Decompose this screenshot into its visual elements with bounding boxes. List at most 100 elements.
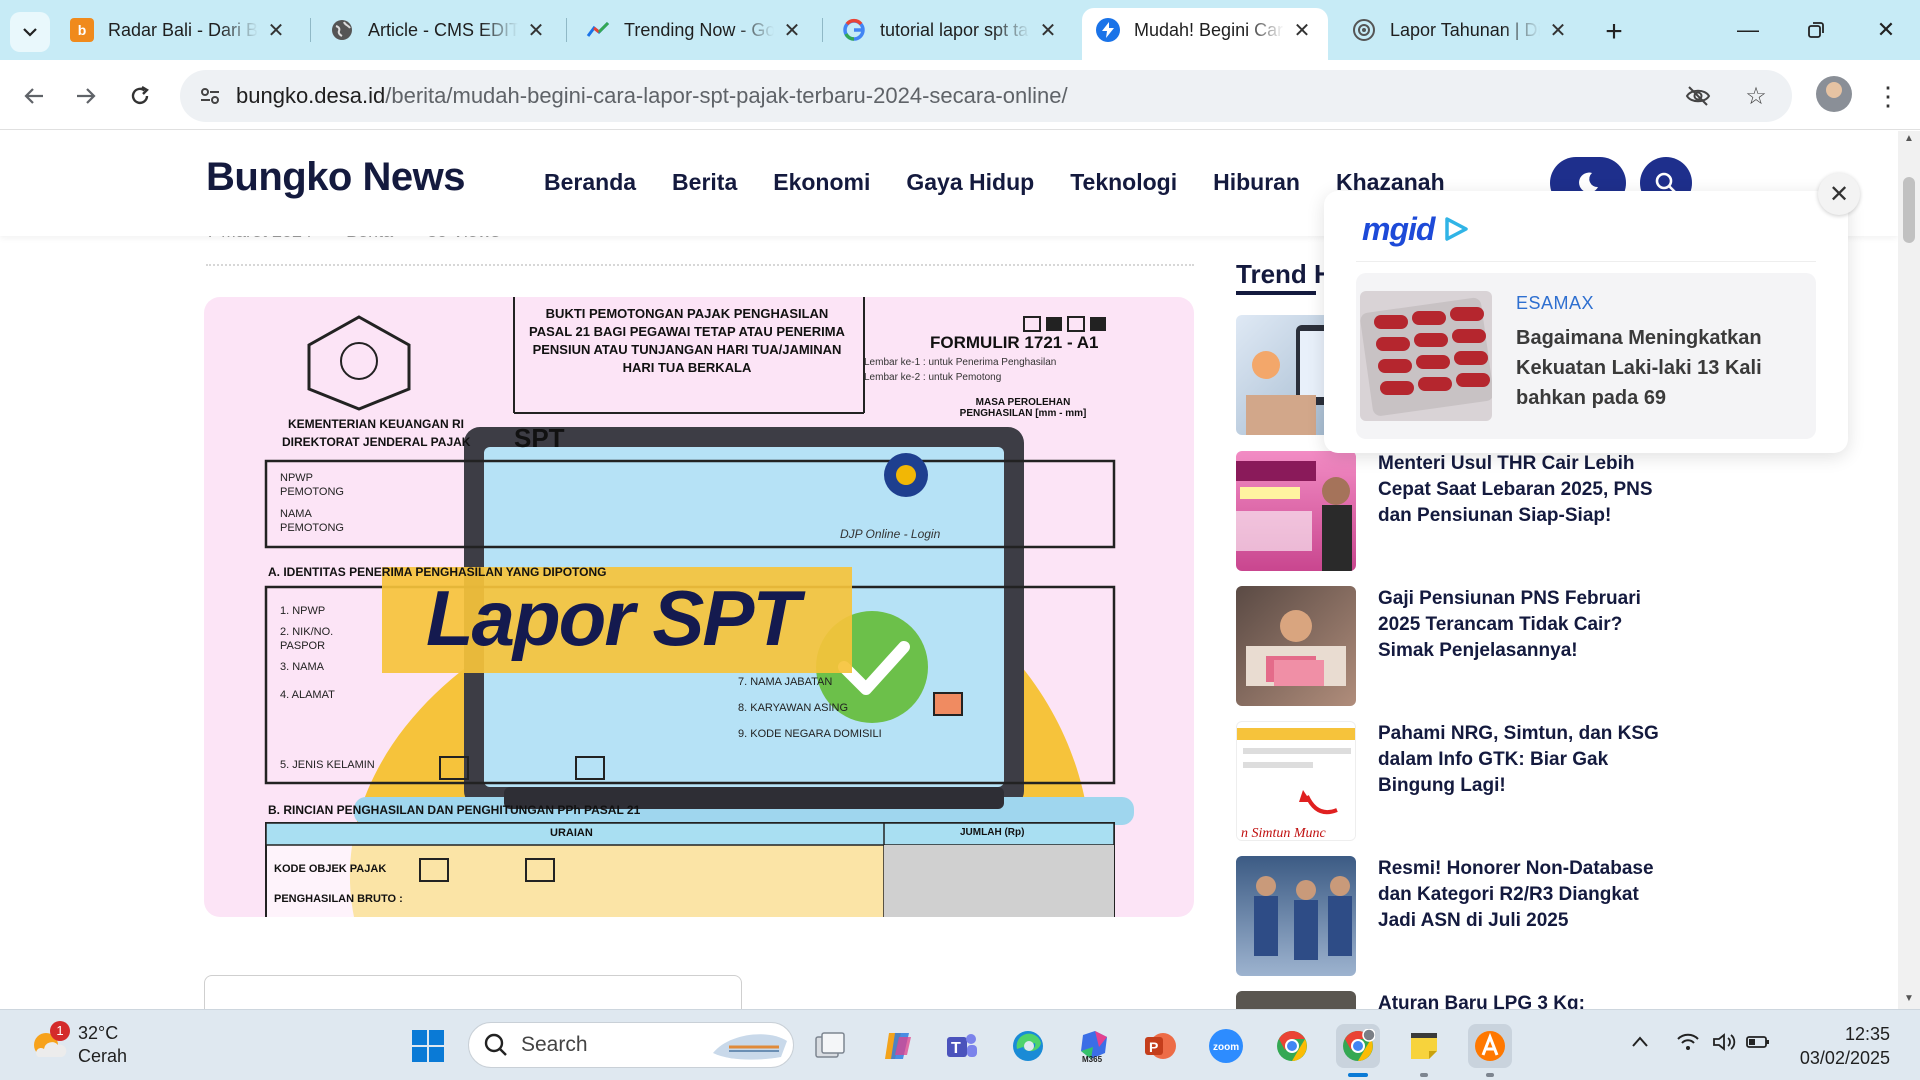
show-hidden-icons[interactable] (1630, 1032, 1650, 1058)
sticky-notes-icon[interactable] (1402, 1024, 1446, 1068)
nav-berita[interactable]: Berita (672, 169, 737, 196)
section-b-label: B. RINCIAN PENGHASILAN DAN PENGHITUNGAN … (268, 803, 641, 817)
wifi-icon[interactable] (1676, 1032, 1700, 1058)
chrome-icon[interactable] (1270, 1024, 1314, 1068)
bookmark-star-icon[interactable]: ☆ (1736, 76, 1776, 116)
restore-icon (1808, 22, 1824, 38)
taskbar-search[interactable]: Search (468, 1022, 794, 1068)
search-highlight-image (713, 1034, 787, 1060)
svg-text:zoom: zoom (1213, 1042, 1239, 1053)
mgid-logo[interactable]: mgid (1362, 211, 1470, 248)
back-button[interactable] (14, 76, 54, 116)
close-icon[interactable]: ✕ (1546, 18, 1570, 42)
forward-button[interactable] (66, 76, 106, 116)
teams-icon[interactable]: T (940, 1024, 984, 1068)
powerpoint-icon[interactable]: P (1138, 1024, 1182, 1068)
more-menu-icon[interactable]: ⋮ (1870, 76, 1906, 116)
site-logo[interactable]: Bungko News (206, 155, 465, 200)
play-icon (1445, 217, 1469, 241)
tab-search-button[interactable] (10, 12, 50, 52)
trend-item-5[interactable]: Aturan Baru LPG 3 Kg: (1236, 991, 1676, 1009)
trend-item-3[interactable]: n Simtun Munc Pahami NRG, Simtun, dan KS… (1236, 721, 1676, 841)
article-hero-image: BUKTI PEMOTONGAN PAJAK PENGHASILAN PASAL… (204, 297, 1194, 917)
trend-item-1[interactable]: Menteri Usul THR Cair Lebih Cepat Saat L… (1236, 451, 1676, 571)
windows-taskbar: 1 32°C Cerah Search T M365 P zoom 12:35 … (0, 1009, 1920, 1080)
close-icon[interactable]: ✕ (524, 18, 548, 42)
scroll-down-icon[interactable]: ▼ (1903, 993, 1915, 1005)
close-window-button[interactable]: ✕ (1856, 12, 1916, 48)
edge-icon[interactable] (1006, 1024, 1050, 1068)
google-icon (842, 18, 866, 42)
windows-icon (412, 1030, 444, 1062)
search-icon (484, 1033, 507, 1056)
clock-time: 12:35 (1844, 1024, 1890, 1044)
close-icon[interactable]: ✕ (1290, 18, 1314, 42)
m365-icon[interactable]: M365 (1072, 1024, 1116, 1068)
zoom-icon[interactable]: zoom (1204, 1024, 1248, 1068)
trend-thumbnail: n Simtun Munc (1236, 721, 1356, 841)
ad-card[interactable]: ESAMAX Bagaimana Meningkatkan Kekuatan L… (1356, 273, 1816, 439)
trend-thumbnail (1236, 451, 1356, 571)
weather-desc: Cerah (78, 1046, 128, 1066)
close-icon[interactable]: ✕ (264, 18, 288, 42)
new-tab-button[interactable]: + (1596, 14, 1632, 50)
web-page: Bungko News Beranda Berita Ekonomi Gaya … (0, 131, 1898, 1009)
nama-pemotong-label: NAMA PEMOTONG (280, 508, 344, 534)
tab-google-search[interactable]: tutorial lapor spt ta ✕ (828, 8, 1074, 52)
eye-off-icon[interactable] (1678, 76, 1718, 116)
ad-close-button[interactable]: ✕ (1818, 173, 1860, 215)
start-button[interactable] (406, 1024, 450, 1068)
chevron-down-icon (23, 28, 37, 37)
formulir-label: FORMULIR 1721 - A1 (930, 333, 1099, 352)
svg-text:P: P (1149, 1039, 1158, 1055)
copilot-icon[interactable] (876, 1024, 920, 1068)
spt-stamp: SPT (514, 423, 565, 453)
close-icon[interactable]: ✕ (780, 18, 804, 42)
chrome-profile-icon[interactable] (1336, 1024, 1380, 1068)
chevron-up-icon (1632, 1036, 1648, 1047)
trend-item-2[interactable]: Gaji Pensiunan PNS Februari 2025 Teranca… (1236, 586, 1676, 706)
arrow-left-icon (24, 88, 43, 104)
tab-lapor-tahunan[interactable]: Lapor Tahunan | Di ✕ (1338, 8, 1584, 52)
address-bar[interactable]: bungko.desa.id/berita/mudah-begini-cara-… (180, 70, 1792, 122)
url-text: bungko.desa.id/berita/mudah-begini-cara-… (236, 83, 1068, 108)
nav-beranda[interactable]: Beranda (544, 169, 636, 196)
tab-mudah-begini[interactable]: Mudah! Begini Car ✕ (1082, 8, 1328, 60)
task-view-icon[interactable] (808, 1024, 852, 1068)
tab-trending-now[interactable]: Trending Now - Go ✕ (572, 8, 818, 52)
nav-gaya-hidup[interactable]: Gaya Hidup (906, 169, 1034, 196)
weather-widget[interactable]: 1 32°C Cerah (28, 1021, 128, 1068)
tab-radar-bali[interactable]: b Radar Bali - Dari Be ✕ (56, 8, 302, 52)
app-indicator (1486, 1073, 1494, 1077)
battery-icon[interactable] (1746, 1032, 1770, 1058)
site-info-icon[interactable] (190, 76, 230, 116)
sun-cloud-icon: 1 (28, 1021, 70, 1065)
main-nav: Beranda Berita Ekonomi Gaya Hidup Teknol… (544, 169, 1445, 196)
avast-icon[interactable] (1468, 1024, 1512, 1068)
page-scrollbar[interactable]: ▲ ▼ (1898, 131, 1920, 1009)
minimize-button[interactable]: — (1718, 12, 1778, 48)
comment-box[interactable] (204, 975, 742, 1009)
restore-button[interactable] (1786, 12, 1846, 48)
tab-strip: b Radar Bali - Dari Be ✕ Article - CMS E… (0, 0, 1920, 60)
svg-text:M365: M365 (1082, 1055, 1103, 1063)
nav-teknologi[interactable]: Teknologi (1070, 169, 1177, 196)
reload-button[interactable] (120, 76, 160, 116)
scroll-thumb[interactable] (1903, 177, 1915, 243)
ad-title[interactable]: Bagaimana Meningkatkan Kekuatan Laki-lak… (1516, 323, 1806, 413)
nav-hiburan[interactable]: Hiburan (1213, 169, 1300, 196)
system-clock[interactable]: 12:35 03/02/2025 (1770, 1022, 1890, 1070)
lembar-2-label: Lembar ke-2 : untuk Pemotong (864, 372, 1002, 383)
svg-text:n Simtun Munc: n Simtun Munc (1241, 826, 1327, 841)
trend-title-underline (1236, 291, 1316, 295)
volume-icon[interactable] (1712, 1032, 1736, 1058)
lembar-1-label: Lembar ke-1 : untuk Penerima Penghasilan (864, 357, 1057, 368)
app-indicator (1420, 1073, 1428, 1077)
close-icon[interactable]: ✕ (1036, 18, 1060, 42)
nav-ekonomi[interactable]: Ekonomi (773, 169, 870, 196)
globe-icon (330, 18, 354, 42)
scroll-up-icon[interactable]: ▲ (1903, 133, 1915, 145)
profile-avatar[interactable] (1816, 76, 1852, 112)
tab-cms-editor[interactable]: Article - CMS EDITO ✕ (316, 8, 562, 52)
trend-item-4[interactable]: Resmi! Honorer Non-Database dan Kategori… (1236, 856, 1676, 976)
